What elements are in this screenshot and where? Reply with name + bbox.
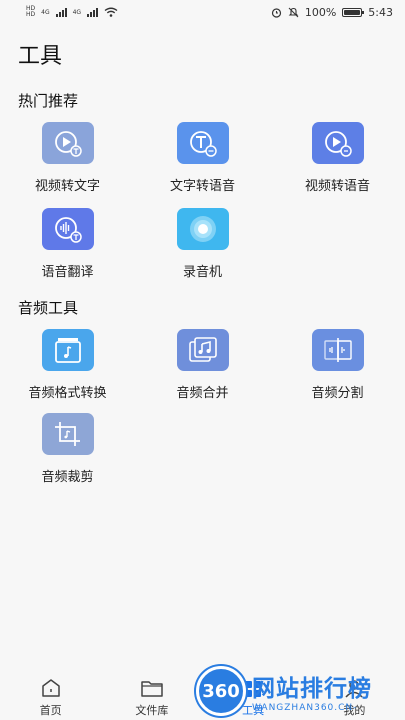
text-to-speech-icon: [176, 122, 229, 164]
video-to-text-icon: [41, 122, 94, 164]
tab-files[interactable]: 文件库: [112, 678, 192, 718]
tool-audio-format-convert[interactable]: 音频格式转换: [0, 329, 135, 401]
alarm-icon: [271, 7, 281, 18]
audio-format-convert-icon: [41, 329, 94, 371]
audio-split-icon: [311, 329, 364, 371]
section-title-audio: 音频工具: [18, 299, 79, 317]
tool-recorder[interactable]: 录音机: [135, 208, 270, 280]
tool-label: 音频格式转换: [28, 386, 107, 401]
video-to-audio-icon: [311, 122, 364, 164]
tool-voice-translate[interactable]: 语音翻译: [0, 208, 135, 280]
watermark-sub: WANGZHAN360.CN-: [252, 703, 358, 713]
mute-icon: [288, 7, 299, 17]
tool-label: 视频转文字: [34, 179, 100, 194]
recorder-icon: [176, 208, 229, 250]
audio-merge-icon: [176, 329, 229, 371]
wifi-icon: [104, 7, 118, 17]
battery-percent: 100%: [304, 5, 337, 19]
tool-label: 音频裁剪: [41, 470, 94, 485]
home-icon: [41, 679, 60, 697]
watermark-badge: 360: [196, 666, 246, 716]
watermark-main: 网站排行榜: [252, 676, 372, 702]
folder-icon: [141, 681, 163, 697]
clock: 5:43: [368, 5, 393, 19]
tool-label: 视频转语音: [304, 179, 370, 194]
tab-home[interactable]: 首页: [11, 678, 91, 718]
watermark-logo: 360 网站排行榜 WANGZHAN360.CN-: [196, 662, 405, 720]
tool-label: 语音翻译: [41, 265, 94, 280]
hd-tags: HD HD: [26, 6, 35, 18]
status-right: 100% 5:43: [271, 6, 393, 19]
voice-translate-icon: [41, 208, 94, 250]
page-title: 工具: [18, 44, 63, 69]
tool-text-to-speech[interactable]: 文字转语音: [135, 122, 270, 194]
signal-icon: [55, 7, 67, 17]
status-left: HD HD 4G 4G: [26, 6, 118, 18]
hd-tag-bottom: HD: [26, 11, 36, 18]
signal-icon: [87, 7, 99, 17]
battery-icon: [342, 7, 365, 17]
watermark-text: 网站排行榜 WANGZHAN360.CN-: [252, 669, 372, 713]
tool-label: 音频合并: [176, 386, 229, 401]
tab-label: 首页: [39, 704, 62, 717]
audio-crop-icon: [41, 413, 94, 455]
network-type-1: 4G: [41, 8, 50, 16]
tool-audio-crop[interactable]: 音频裁剪: [0, 413, 135, 485]
tool-label: 文字转语音: [169, 179, 235, 194]
status-bar: HD HD 4G 4G 100% 5:43: [0, 0, 405, 24]
tab-label: 文件库: [135, 704, 169, 717]
section-title-hot: 热门推荐: [18, 92, 79, 110]
tool-audio-merge[interactable]: 音频合并: [135, 329, 270, 401]
tool-audio-split[interactable]: 音频分割: [270, 329, 405, 401]
network-type-2: 4G: [72, 8, 82, 16]
tool-label: 音频分割: [311, 386, 364, 401]
tool-video-to-text[interactable]: 视频转文字: [0, 122, 135, 194]
tool-video-to-audio[interactable]: 视频转语音: [270, 122, 405, 194]
tool-label: 录音机: [182, 265, 222, 280]
